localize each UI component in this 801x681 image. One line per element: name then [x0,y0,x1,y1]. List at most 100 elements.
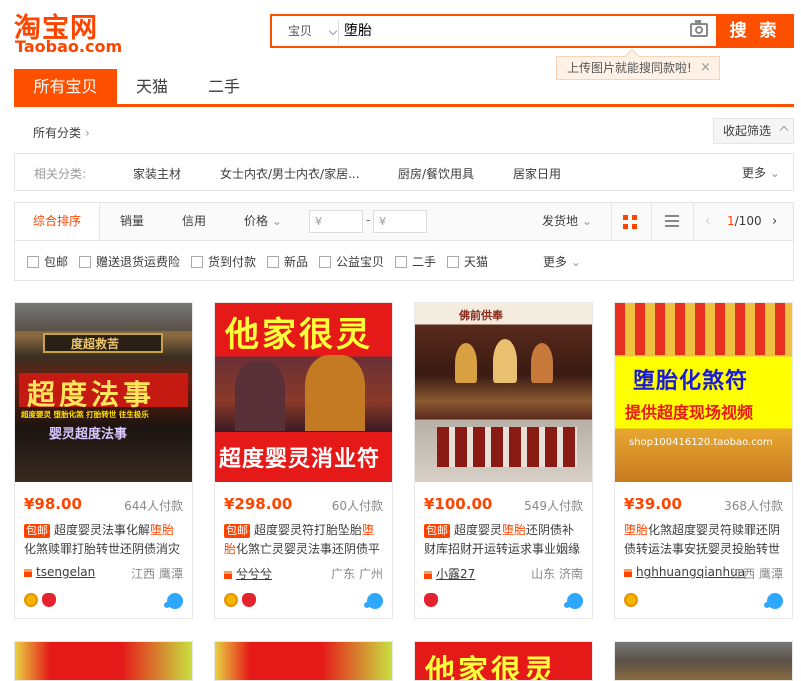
tab-second-hand[interactable]: 二手 [192,69,256,104]
sort-price[interactable]: 价格 ⌄ [233,203,293,240]
product-card[interactable] [14,641,193,681]
title-text: 化煞亡灵婴灵法事还阴债平 [236,542,381,556]
shop-link[interactable]: hghhuangqianhua [624,565,745,579]
checkbox[interactable] [447,256,459,268]
grid-view-icon[interactable] [623,215,637,229]
checkbox[interactable] [79,256,91,268]
filter-return-insurance[interactable]: 赠送退货运费险 [79,253,180,270]
filter-tmall[interactable]: 天猫 [447,253,488,270]
chevron-down-icon [328,26,338,36]
search-input[interactable] [344,16,654,46]
product-title[interactable]: 堕胎化煞超度婴灵符赎罪还阴债转运法事安抚婴灵投胎转世 [624,521,786,559]
product-card[interactable]: 堕胎化煞符 提供超度现场视频 shop100416120.taobao.com … [614,302,793,619]
gold-medal-icon[interactable] [24,593,38,607]
tab-tmall[interactable]: 天猫 [120,69,184,104]
related-item[interactable]: 家装主材 [133,165,181,182]
flower-icon[interactable] [242,593,256,607]
filter-new[interactable]: 新品 [267,253,308,270]
page-total: /100 [734,214,762,228]
product-card[interactable] [214,641,393,681]
related-item[interactable]: 厨房/餐饮用具 [398,165,474,182]
flower-icon[interactable] [42,593,56,607]
camera-icon[interactable] [690,20,708,37]
product-card[interactable]: 佛前供奉 ¥100.00 549人付款 包邮 超度婴灵堕胎还阴债补财库招财开运转运… [414,302,593,619]
title-keyword: 堕胎 [624,523,649,537]
sort-credit[interactable]: 信用 [169,203,219,240]
product-image[interactable]: 堕胎化煞符 提供超度现场视频 shop100416120.taobao.com [615,303,792,482]
product-title[interactable]: 包邮 超度婴灵法事化解堕胎化煞赎罪打胎转世还阴债消灾 [24,521,186,559]
wangwang-chat-icon[interactable] [564,593,583,609]
gold-medal-icon[interactable] [224,593,238,607]
ship-from-select[interactable]: 发货地 ⌄ [539,203,595,240]
sort-sales[interactable]: 销量 [107,203,157,240]
seller-badges [224,592,260,610]
filter-second-hand[interactable]: 二手 [395,253,436,270]
collapse-filter-button[interactable]: 收起筛选 [713,118,794,144]
product-card[interactable]: 他家很灵 [414,641,593,681]
page-indicator: 1/100 [727,214,762,228]
shop-link[interactable]: 兮兮兮 [224,565,272,582]
filter-label: 新品 [284,255,309,269]
title-text: 超度婴灵法事化解 [54,523,151,537]
shop-link[interactable]: 小露27 [424,565,475,582]
product-card[interactable]: 他家很灵 超度婴灵消业符 ¥298.00 60人付款 包邮 超度婴灵符打胎坠胎堕胎… [214,302,393,619]
product-image-text: 超度法事 [27,378,156,411]
related-label: 相关分类: [34,167,87,181]
related-item[interactable]: 女士内衣/男士内衣/家居... [220,165,360,182]
product-card[interactable] [614,641,793,681]
filter-label: 货到付款 [208,255,257,269]
product-image-text: 他家很灵 [425,654,557,681]
flower-icon[interactable] [424,593,438,607]
close-icon[interactable]: × [700,57,711,79]
filter-more[interactable]: 更多 ⌄ [543,253,581,270]
product-price: ¥98.00 [24,495,82,513]
shop-link[interactable]: tsengelan [24,565,95,579]
product-image[interactable]: 佛前供奉 [415,303,592,482]
sort-default[interactable]: 综合排序 [15,203,100,240]
divider [338,20,339,42]
related-more[interactable]: 更多 ⌄ [742,164,780,181]
wangwang-chat-icon[interactable] [164,593,183,609]
checkbox[interactable] [191,256,203,268]
filter-cod[interactable]: 货到付款 [191,253,256,270]
gold-medal-icon[interactable] [624,593,638,607]
product-title[interactable]: 包邮 超度婴灵堕胎还阴债补财库招财开运转运求事业姻缘 [424,521,586,559]
product-image-text: 度超救苦 [71,337,120,351]
page-current: 1 [727,214,735,228]
taobao-logo-en[interactable]: Taobao.com [15,37,122,56]
filter-label: 赠送退货运费险 [96,255,181,269]
product-title[interactable]: 包邮 超度婴灵符打胎坠胎堕胎化煞亡灵婴灵法事还阴债平 [224,521,386,559]
chevron-right-icon: › [85,126,90,140]
checkbox[interactable] [267,256,279,268]
price-min-input[interactable]: ¥ [309,210,363,233]
product-image[interactable]: 度超救苦 超度法事 超度婴灵 堕胎化煞 打胎转世 往生极乐 婴灵超度法事 [15,303,192,482]
tab-all-items[interactable]: 所有宝贝 [14,69,117,104]
filter-label: 包邮 [44,255,69,269]
checkbox[interactable] [319,256,331,268]
related-item[interactable]: 居家日用 [513,165,561,182]
search-type-select[interactable]: 宝贝 [280,16,338,46]
tabs-underline [14,104,794,107]
prev-page-button[interactable]: ‹ [705,214,710,229]
title-keyword: 堕胎 [150,523,175,537]
list-view-icon[interactable] [665,215,679,227]
shop-icon [624,567,632,577]
product-sold-count: 644人付款 [124,499,183,513]
shop-name: hghhuangqianhua [636,565,746,579]
next-page-button[interactable]: › [772,214,777,229]
wangwang-chat-icon[interactable] [764,593,783,609]
checkbox[interactable] [27,256,39,268]
filter-free-shipping[interactable]: 包邮 [27,253,68,270]
price-max-input[interactable]: ¥ [373,210,427,233]
product-location: 广东 广州 [331,567,383,581]
breadcrumb-all-categories[interactable]: 所有分类 › [33,124,90,141]
product-card[interactable]: 度超救苦 超度法事 超度婴灵 堕胎化煞 打胎转世 往生极乐 婴灵超度法事 ¥98… [14,302,193,619]
chevron-down-icon: ⌄ [766,166,780,180]
search-button[interactable]: 搜 索 [716,14,794,48]
free-shipping-badge: 包邮 [224,524,250,538]
product-image[interactable]: 他家很灵 超度婴灵消业符 [215,303,392,482]
wangwang-chat-icon[interactable] [364,593,383,609]
checkbox[interactable] [395,256,407,268]
filter-charity[interactable]: 公益宝贝 [319,253,384,270]
product-location: 江西 鹰潭 [731,567,783,581]
